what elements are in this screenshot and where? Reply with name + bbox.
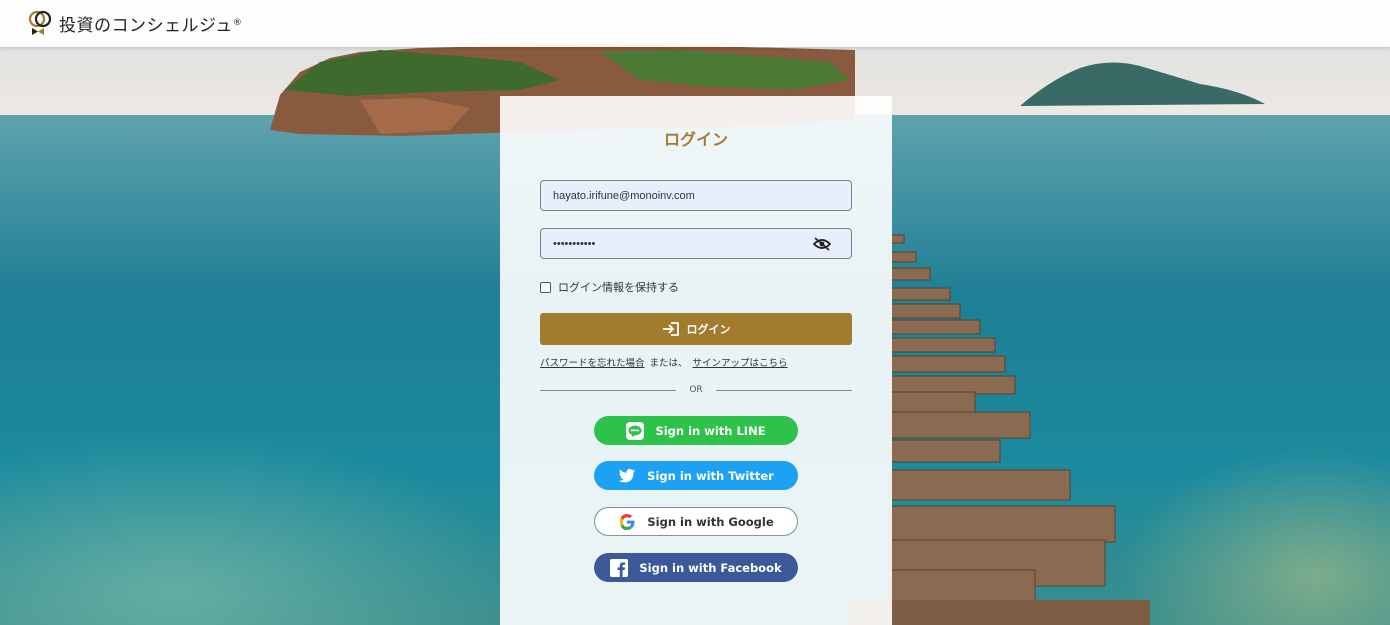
or-inline-text: または、 [649, 358, 688, 369]
password-input[interactable] [541, 229, 851, 258]
login-title: ログイン [663, 130, 728, 149]
twitter-icon [618, 468, 636, 482]
sign-in-google-button[interactable]: Sign in with Google [594, 507, 798, 536]
concierge-logo-icon [29, 10, 52, 35]
top-header: 投資のコンシェルジュ ® [0, 0, 1390, 47]
remember-label: ログイン情報を保持する [558, 281, 679, 294]
forgot-password-link[interactable]: パスワードを忘れた場合 [540, 358, 645, 369]
line-icon [626, 421, 645, 440]
sign-in-twitter-label: Sign in with Twitter [647, 468, 774, 483]
google-icon [620, 513, 635, 530]
divider-text: OR [689, 385, 703, 395]
page: 投資のコンシェルジュ® ログイン ログイン情報を保持する [0, 0, 1390, 625]
signup-link[interactable]: サインアップはこちら [693, 358, 788, 369]
remember-checkbox[interactable] [540, 281, 551, 293]
registered-mark: ® [232, 18, 242, 28]
sign-in-line-button[interactable]: Sign in with LINE [594, 416, 798, 445]
eye-off-icon[interactable] [813, 236, 831, 252]
sign-in-google-label: Sign in with Google [647, 514, 774, 529]
email-field[interactable] [540, 180, 852, 211]
divider-line-left [540, 389, 677, 391]
sign-in-facebook-button[interactable]: Sign in with Facebook [594, 553, 798, 582]
or-divider: OR [540, 385, 852, 395]
login-card: ログイン ログイン情報を保持する ログイン パスワードを忘 [500, 96, 892, 625]
sign-in-facebook-label: Sign in with Facebook [639, 560, 782, 575]
sign-in-icon [662, 322, 679, 336]
sign-in-line-label: Sign in with LINE [655, 423, 766, 438]
facebook-icon [610, 558, 629, 577]
password-field[interactable] [540, 228, 852, 259]
remember-me[interactable]: ログイン情報を保持する [540, 279, 679, 295]
brand-name: 投資のコンシェルジュ [59, 15, 233, 36]
auth-links: パスワードを忘れた場合 または、 サインアップはこちら [540, 355, 788, 369]
email-input[interactable] [541, 181, 851, 210]
login-button-label: ログイン [686, 323, 731, 336]
sign-in-twitter-button[interactable]: Sign in with Twitter [594, 461, 798, 490]
brand-logo[interactable]: 投資のコンシェルジュ ® [29, 10, 242, 36]
login-button[interactable]: ログイン [540, 313, 852, 345]
divider-line-right [715, 389, 852, 391]
